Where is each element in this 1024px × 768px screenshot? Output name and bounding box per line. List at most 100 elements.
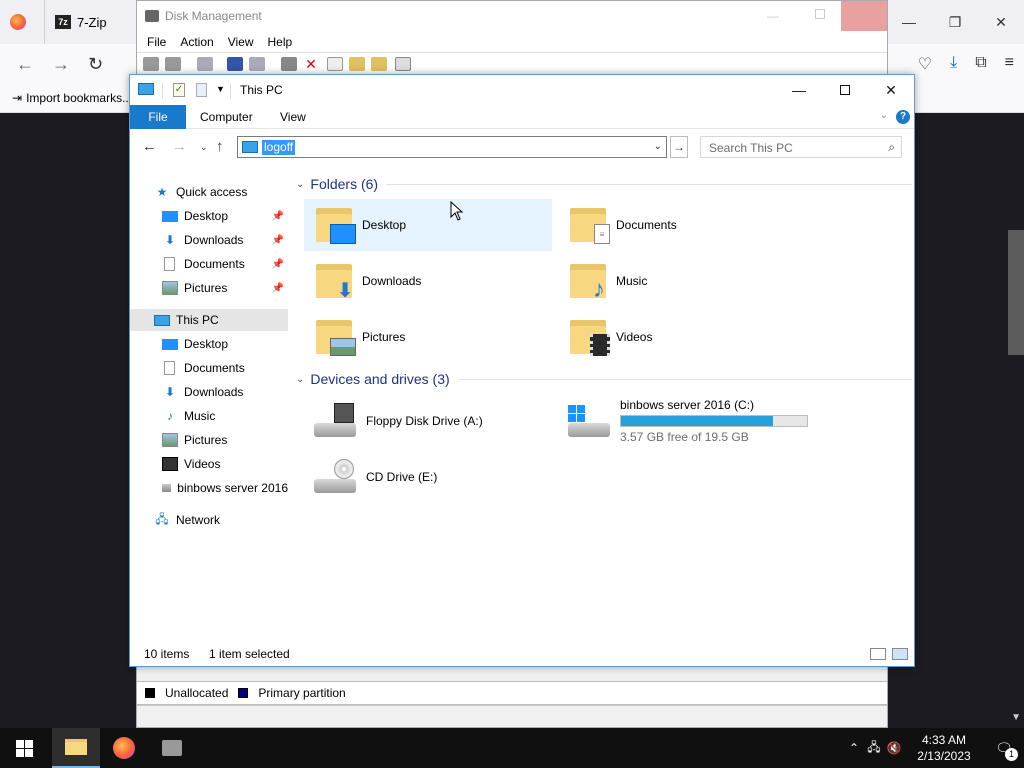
explorer-maximize-button[interactable] [822,75,868,105]
address-bar[interactable]: logoff ⌄ [237,136,667,158]
nav-pc-desktop[interactable]: Desktop [130,333,288,355]
nav-pc-videos[interactable]: Videos [130,453,288,475]
devices-group-header[interactable]: ⌄ Devices and drives (3) [296,368,912,390]
nav-qa-documents[interactable]: Documents 📌 [130,253,288,275]
dm-folder-up-icon[interactable] [349,57,365,71]
nav-pc-pictures[interactable]: Pictures [130,429,288,451]
pocket-icon[interactable]: ♡ [918,54,932,74]
pin-icon[interactable]: 📌 [272,259,284,270]
help-icon[interactable]: ? [896,110,910,124]
drive-system-c[interactable]: binbows server 2016 (C:) 3.57 GB free of… [558,391,818,451]
tab-view[interactable]: View [280,105,306,129]
extensions-icon[interactable]: ⧉ [975,54,986,74]
folder-documents[interactable]: ≡ Documents [558,199,806,251]
back-button[interactable]: ← [142,138,157,155]
nav-qa-pictures[interactable]: Pictures 📌 [130,277,288,299]
show-hidden-icons-icon[interactable]: ⌃ [844,741,864,755]
selection-count: 1 item selected [209,647,290,661]
collapse-chevron-icon[interactable]: ⌄ [296,374,304,385]
dm-help-icon[interactable] [227,57,243,71]
firefox-restore-button[interactable]: ❐ [932,0,978,44]
search-box[interactable]: Search This PC ⌕ [700,136,902,158]
reload-icon[interactable]: ↻ [88,54,103,75]
dm-connect-icon[interactable] [281,57,297,71]
computer-icon [154,314,170,326]
nav-network[interactable]: 🖧 Network [130,509,288,531]
dm-minimize-button[interactable]: — [767,9,779,23]
dm-list-icon[interactable] [395,57,411,71]
folders-group-header[interactable]: ⌄ Folders (6) [296,173,912,195]
action-center-button[interactable]: 🗨 1 [984,728,1024,768]
details-view-icon[interactable] [870,648,886,660]
up-button[interactable]: ↑ [216,138,224,155]
taskbar-firefox[interactable] [100,728,148,768]
nav-pc-music[interactable]: ♪ Music [130,405,288,427]
dm-properties-icon[interactable] [249,57,265,71]
dm-forward-icon[interactable] [165,57,181,71]
pin-icon[interactable]: 📌 [272,283,284,294]
search-input[interactable]: Search This PC [709,141,793,155]
nav-this-pc[interactable]: This PC [130,309,288,331]
back-arrow-icon[interactable]: ← [16,54,34,75]
start-button[interactable] [0,728,48,768]
explorer-minimize-button[interactable]: — [776,75,822,105]
firefox-scrollbar-thumb[interactable] [1008,230,1024,355]
go-button[interactable]: → [670,136,688,158]
address-input[interactable]: logoff [262,140,296,155]
nav-pc-system-drive[interactable]: binbows server 2016 [130,477,288,499]
dm-menu-action[interactable]: Action [180,35,213,49]
folder-pictures[interactable]: Pictures [304,311,552,363]
firefox-tab-7zip[interactable]: 7z 7-Zip [44,0,136,44]
menu-icon[interactable]: ≡ [1005,54,1014,74]
dm-console-icon[interactable] [197,57,213,71]
folder-downloads[interactable]: ⬇ Downloads [304,255,552,307]
firefox-tab-1[interactable] [0,0,44,44]
customize-qat-icon[interactable]: ▼ [216,84,225,94]
large-icons-view-icon[interactable] [892,648,908,660]
nav-pc-downloads[interactable]: ⬇ Downloads [130,381,288,403]
taskbar-file-explorer[interactable] [52,728,100,768]
forward-arrow-icon[interactable]: → [52,54,70,75]
clock[interactable]: 4:33 AM 2/13/2023 [904,732,984,764]
folder-videos[interactable]: Videos [558,311,806,363]
tab-file[interactable]: File [130,105,186,129]
network-icon[interactable]: 🖧 [864,738,884,759]
recent-locations-icon[interactable]: ⌄ [200,142,208,153]
scroll-down-icon[interactable]: ▼ [1011,712,1021,723]
nav-pc-documents[interactable]: Documents [130,357,288,379]
dm-menu-view[interactable]: View [228,35,254,49]
firefox-close-button[interactable]: ✕ [978,0,1024,44]
expand-ribbon-icon[interactable]: ⌄ [880,110,888,121]
properties-icon[interactable]: ✓ [173,83,185,97]
dm-delete-icon[interactable]: ✕ [303,57,319,71]
import-bookmarks-link[interactable]: ⇥ Import bookmarks... [12,91,132,105]
pictures-icon [162,433,178,447]
forward-button[interactable]: → [172,138,187,155]
volume-icon[interactable]: 🔇 [884,741,904,755]
nav-qa-downloads[interactable]: ⬇ Downloads 📌 [130,229,288,251]
new-folder-icon[interactable] [196,83,207,97]
windows-drive-icon [566,399,612,443]
firefox-minimize-button[interactable]: — [886,0,932,44]
drive-cd-e[interactable]: CD Drive (E:) [304,449,552,505]
dm-check-icon[interactable] [327,57,343,71]
pin-icon[interactable]: 📌 [272,211,284,222]
explorer-close-button[interactable]: ✕ [868,75,914,105]
dm-back-icon[interactable] [143,57,159,71]
dm-close-button[interactable] [841,1,887,31]
folder-music[interactable]: ♪ Music [558,255,806,307]
nav-quick-access[interactable]: ★ Quick access [130,181,288,203]
download-icon[interactable]: ⤓ [950,54,957,74]
pin-icon[interactable]: 📌 [272,235,284,246]
nav-qa-desktop[interactable]: Desktop 📌 [130,205,288,227]
tab-computer[interactable]: Computer [200,105,253,129]
taskbar-disk-management[interactable] [148,728,196,768]
dm-search-folder-icon[interactable] [371,57,387,71]
address-dropdown-icon[interactable]: ⌄ [654,141,662,152]
dm-menu-file[interactable]: File [147,35,166,49]
dm-maximize-button[interactable] [815,9,825,19]
drive-floppy-a[interactable]: Floppy Disk Drive (A:) [304,393,552,449]
collapse-chevron-icon[interactable]: ⌄ [296,179,304,190]
folder-desktop[interactable]: Desktop [304,199,552,251]
dm-menu-help[interactable]: Help [268,35,293,49]
